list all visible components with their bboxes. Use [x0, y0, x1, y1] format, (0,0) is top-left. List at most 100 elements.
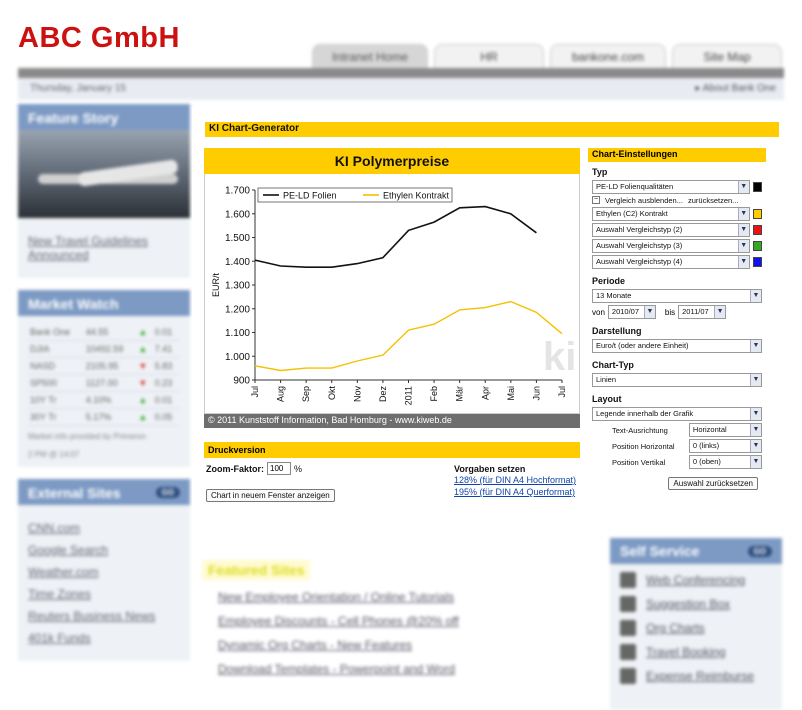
featured-sites-heading: Featured Sites — [202, 560, 311, 580]
service-icon — [620, 596, 636, 612]
market-dir: ▲ — [136, 340, 153, 358]
pos-v-select[interactable]: 0 (oben) ▼ — [688, 455, 762, 469]
textausrichtung-select[interactable]: Horizontal ▼ — [688, 423, 762, 437]
charttyp-select-value: Linien — [596, 375, 617, 384]
tab-hr[interactable]: HR — [434, 44, 544, 68]
tab-intranet-home[interactable]: Intranet Home — [312, 44, 428, 68]
external-site-link[interactable]: 401k Funds — [28, 631, 180, 645]
typ-select[interactable]: PE-LD Folienqualitäten ▼ — [592, 180, 750, 194]
external-site-link[interactable]: Time Zones — [28, 587, 180, 601]
market-dir: ▲ — [136, 324, 153, 341]
featured-site-link[interactable]: Employee Discounts - Cell Phones @20% of… — [218, 614, 586, 628]
tab-site-map[interactable]: Site Map — [672, 44, 782, 68]
chevron-down-icon: ▼ — [750, 440, 761, 452]
pos-h-select[interactable]: 0 (links) ▼ — [688, 439, 762, 453]
open-new-window-button[interactable]: Chart in neuem Fenster anzeigen — [206, 489, 335, 502]
chevron-down-icon: ▼ — [643, 306, 655, 318]
pos-h-row: Position Horizontal 0 (links) ▼ — [592, 439, 762, 453]
preset-landscape-link[interactable]: 195% (für DIN A4 Querformat) — [454, 487, 575, 497]
compare-row: Auswahl Vergleichstyp (4) ▼ — [592, 255, 762, 269]
presets-label: Vorgaben setzen — [454, 464, 526, 474]
self-service-item[interactable]: Expense Reimburse — [620, 668, 772, 684]
self-service-item[interactable]: Web Conferencing — [620, 572, 772, 588]
external-sites-heading: External Sites GO — [18, 479, 190, 505]
typ-select-value: PE-LD Folienqualitäten — [596, 182, 674, 191]
von-select[interactable]: 2010/07 ▼ — [607, 305, 656, 319]
darstellung-label: Darstellung — [592, 326, 642, 336]
hide-compare-link[interactable]: Vergleich ausblenden... — [605, 196, 683, 205]
charttyp-row: Linien ▼ — [592, 373, 762, 387]
self-service-go-button[interactable]: GO — [747, 546, 772, 557]
price-line-chart: ki 900 1.000 1.100 1.200 1.300 1.400 1.500 1.600… — [211, 186, 576, 406]
compare-color-swatch — [752, 257, 762, 267]
x-tick-label: Mai — [506, 386, 516, 401]
y-tick-label: 1.600 — [225, 209, 250, 220]
about-link[interactable]: ▸ About Bank One — [695, 83, 776, 94]
chevron-down-icon: ▼ — [750, 340, 761, 352]
chevron-down-icon: ▼ — [750, 424, 761, 436]
chart-copyright: © 2011 Kunststoff Information, Bad Hombu… — [204, 414, 580, 428]
top-divider-bar — [18, 68, 784, 78]
compare-select[interactable]: Auswahl Vergleichstyp (2) ▼ — [592, 223, 750, 237]
reset-selection-button[interactable]: Auswahl zurücksetzen — [668, 477, 758, 490]
x-tick-label: Okt — [327, 386, 337, 401]
preset-portrait-link[interactable]: 128% (für DIN A4 Hochformat) — [454, 475, 576, 485]
periode-row: 13 Monate ▼ — [592, 289, 762, 303]
self-service-item[interactable]: Suggestion Box — [620, 596, 772, 612]
typ-row: PE-LD Folienqualitäten ▼ — [592, 180, 762, 194]
bis-select[interactable]: 2011/07 ▼ — [678, 305, 727, 319]
external-site-link[interactable]: Google Search — [28, 543, 180, 557]
service-icon — [620, 572, 636, 588]
compare-select[interactable]: Ethylen (C2) Kontrakt ▼ — [592, 207, 750, 221]
x-tick-label: Nov — [352, 386, 362, 403]
layout-select[interactable]: Legende innerhalb der Grafik ▼ — [592, 407, 762, 421]
date-bar: Thursday, January 15 ▸ About Bank One — [18, 78, 784, 100]
market-row: Bank One 44.55 ▲ 0.01 — [28, 324, 180, 341]
ki-watermark-logo: ki — [543, 335, 576, 379]
market-value: 44.55 — [83, 324, 137, 341]
charttyp-select[interactable]: Linien ▼ — [592, 373, 762, 387]
self-service-list: Web Conferencing Suggestion Box Org Charts… — [610, 572, 782, 684]
feature-story-link[interactable]: New Travel Guidelines Announced — [28, 234, 180, 262]
external-site-link[interactable]: Reuters Business News — [28, 609, 180, 623]
x-tick-label: Apr — [480, 386, 490, 400]
market-watch-time: 2 PM @ 14:07 — [28, 450, 80, 459]
chart-area: ki 900 1.000 1.100 1.200 1.300 1.400 1.500 1.600… — [204, 174, 580, 414]
y-tick-label: 1.700 — [225, 186, 250, 197]
main-series-color-swatch — [752, 182, 762, 192]
textausrichtung-label: Text-Ausrichtung — [612, 425, 668, 435]
market-change: 5.83 — [152, 357, 180, 375]
zoom-input[interactable] — [267, 462, 291, 475]
collapse-icon[interactable]: − — [592, 196, 600, 204]
darstellung-select[interactable]: Euro/t (oder andere Einheit) ▼ — [592, 339, 762, 353]
textausrichtung-row: Text-Ausrichtung Horizontal ▼ — [592, 423, 762, 437]
bis-label: bis — [664, 307, 676, 317]
self-service-item[interactable]: Org Charts — [620, 620, 772, 636]
market-change: 0.05 — [152, 408, 180, 426]
chevron-down-icon: ▼ — [737, 181, 749, 193]
reset-compare-link[interactable]: zurücksetzen... — [688, 196, 738, 205]
market-name: SP500 — [28, 374, 84, 392]
external-site-link[interactable]: CNN.com — [28, 521, 180, 535]
chevron-down-icon: ▼ — [714, 306, 726, 318]
service-icon — [620, 620, 636, 636]
x-tick-label: Jun — [531, 386, 541, 401]
legend-label: PE-LD Folien — [283, 191, 337, 201]
zoom-label: Zoom-Faktor: — [206, 463, 264, 474]
self-service-item[interactable]: Travel Booking — [620, 644, 772, 660]
von-select-value: 2010/07 — [611, 307, 640, 316]
self-service-label: Expense Reimburse — [646, 669, 755, 683]
featured-site-link[interactable]: Download Templates - Powerpoint and Word — [218, 662, 586, 676]
compare-select[interactable]: Auswahl Vergleichstyp (4) ▼ — [592, 255, 750, 269]
compare-select[interactable]: Auswahl Vergleichstyp (3) ▼ — [592, 239, 750, 253]
featured-site-link[interactable]: Dynamic Org Charts - New Features — [218, 638, 586, 652]
periode-select[interactable]: 13 Monate ▼ — [592, 289, 762, 303]
external-sites-go-button[interactable]: GO — [155, 487, 180, 498]
chart-title: KI Polymerpreise — [204, 148, 580, 174]
pos-v-select-value: 0 (oben) — [692, 457, 721, 466]
external-site-link[interactable]: Weather.com — [28, 565, 180, 579]
y-tick-label: 1.000 — [225, 352, 250, 363]
featured-site-link[interactable]: New Employee Orientation / Online Tutori… — [218, 590, 586, 604]
tab-bankone[interactable]: bankone.com — [550, 44, 666, 68]
market-change: 0.01 — [152, 391, 180, 409]
